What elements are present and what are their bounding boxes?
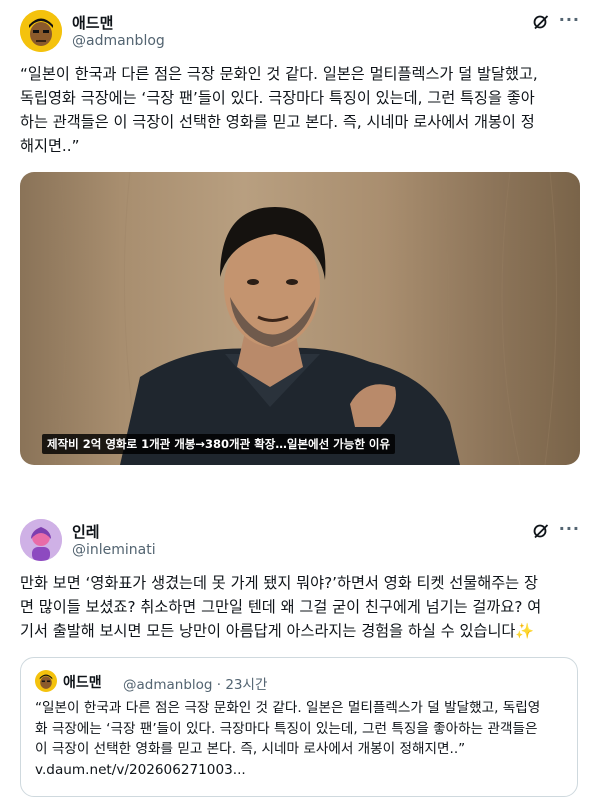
display-name[interactable]: 애드맨 bbox=[72, 12, 113, 33]
quoted-avatar bbox=[35, 670, 57, 692]
post-text: 만화 보면 ‘영화표가 생겼는데 못 가게 됐지 뭐야?’하면서 영화 티켓 선… bbox=[20, 574, 542, 640]
quoted-text: “일본이 한국과 다른 점은 극장 문화인 것 같다. 일본은 멀티플렉스가 덜… bbox=[35, 700, 541, 778]
quoted-post[interactable]: 애드맨 @admanblog · 23시간 “일본이 한국과 다른 점은 극장 … bbox=[20, 657, 578, 797]
user-avatar[interactable] bbox=[20, 10, 62, 52]
more-options-icon[interactable]: ··· bbox=[559, 519, 580, 538]
user-handle[interactable]: @admanblog bbox=[72, 33, 165, 49]
avatar-illustration-icon bbox=[20, 10, 62, 52]
avatar-illustration-icon bbox=[20, 519, 62, 561]
grok-icon[interactable] bbox=[532, 522, 550, 540]
post-2: 인레 @inleminati ··· 만화 보면 ‘영화표가 생겼는데 못 가게… bbox=[0, 505, 600, 808]
post-1: 애드맨 @admanblog ··· “일본이 한국과 다른 점은 극장 문화인… bbox=[0, 0, 600, 490]
avatar-illustration-icon bbox=[35, 670, 57, 692]
quoted-display-name: 애드맨 bbox=[63, 675, 102, 691]
quoted-handle-time: @admanblog · 23시간 bbox=[123, 677, 268, 693]
user-handle[interactable]: @inleminati bbox=[72, 542, 156, 558]
media-caption: 제작비 2억 영화로 1개관 개봉→380개관 확장…일본에선 가능한 이유 bbox=[42, 434, 396, 454]
more-options-icon[interactable]: ··· bbox=[559, 10, 580, 29]
display-name[interactable]: 인레 bbox=[72, 521, 100, 542]
post-text: “일본이 한국과 다른 점은 극장 문화인 것 같다. 일본은 멀티플렉스가 덜… bbox=[20, 65, 538, 155]
post-media-image[interactable]: 제작비 2억 영화로 1개관 개봉→380개관 확장…일본에선 가능한 이유 bbox=[20, 172, 580, 465]
user-avatar[interactable] bbox=[20, 519, 62, 561]
man-photo bbox=[54, 172, 557, 465]
grok-icon[interactable] bbox=[532, 13, 550, 31]
